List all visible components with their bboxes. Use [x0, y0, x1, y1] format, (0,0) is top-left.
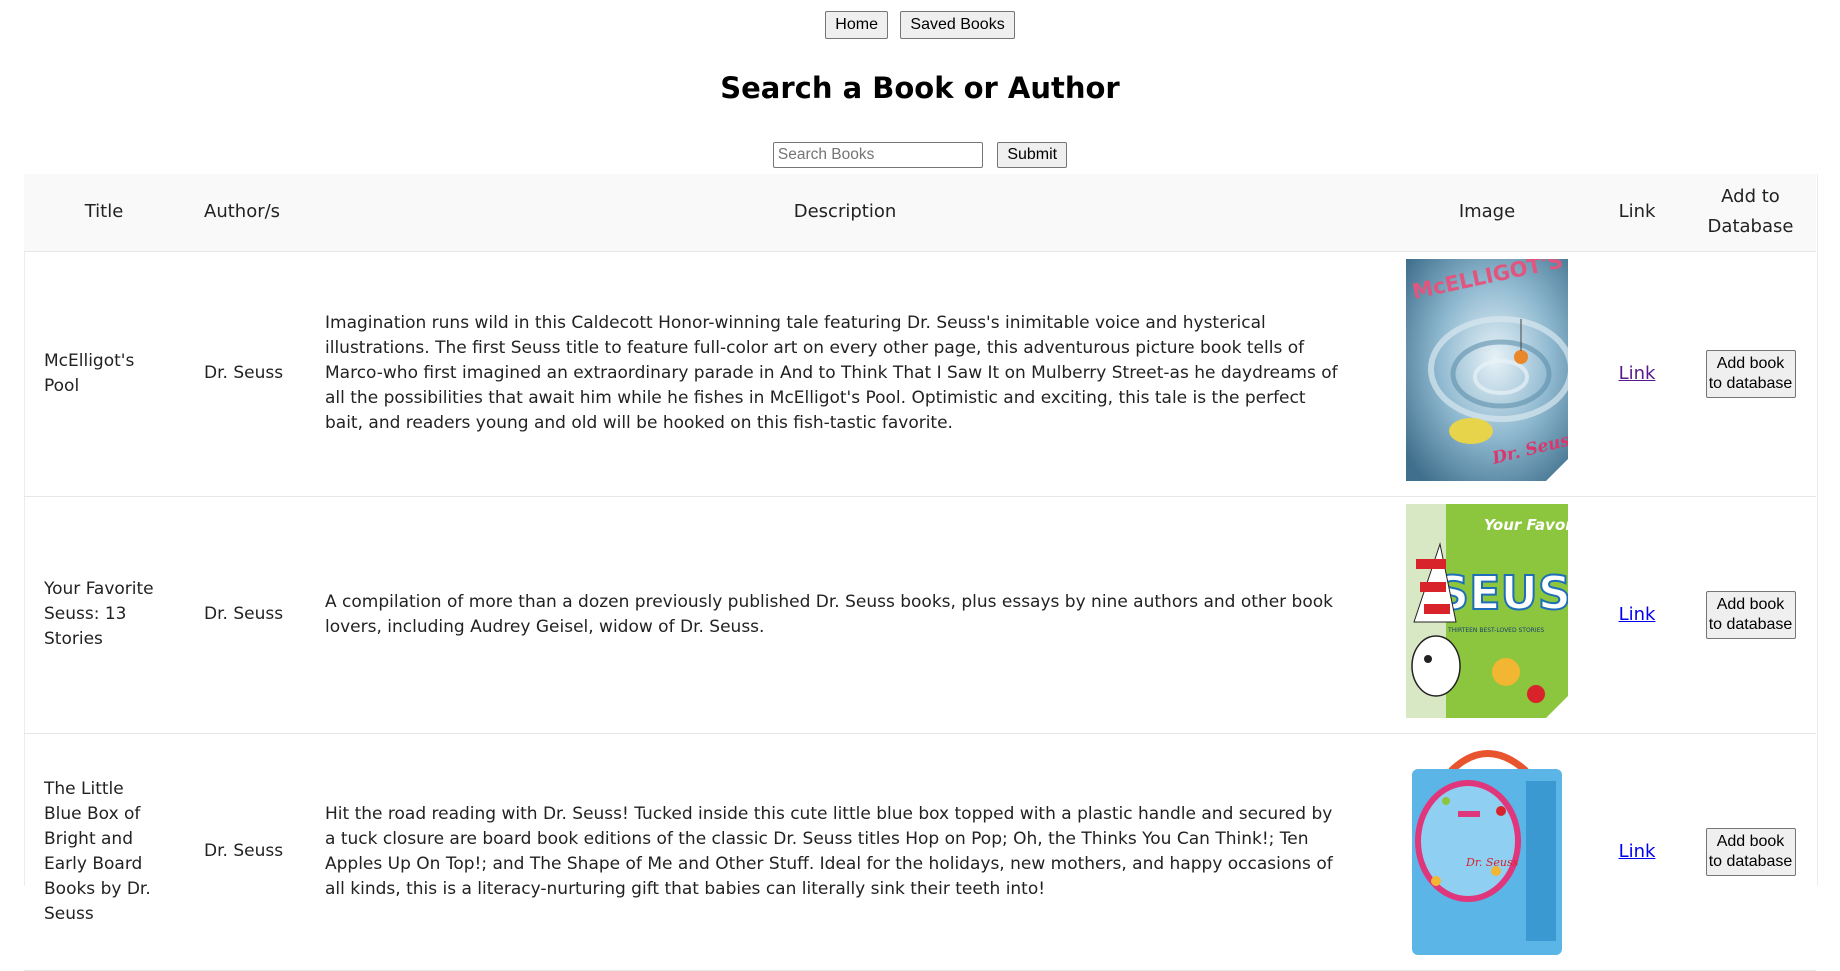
- book-author: Dr. Seuss: [184, 496, 305, 734]
- book-cover-image: McELLIGOT'S POOL Dr. Seuss: [1406, 258, 1568, 481]
- book-link[interactable]: Link: [1619, 604, 1656, 625]
- book-title: The Little Blue Box of Bright and Early …: [24, 733, 184, 971]
- book-link[interactable]: Link: [1619, 363, 1656, 384]
- saved-books-button[interactable]: Saved Books: [900, 11, 1015, 39]
- add-book-button[interactable]: Add book to database: [1705, 827, 1796, 876]
- add-book-button[interactable]: Add book to database: [1705, 590, 1796, 639]
- book-title: Your Favorite Seuss: 13 Stories: [24, 496, 184, 734]
- add-book-button[interactable]: Add book to database: [1705, 349, 1796, 398]
- book-author: Dr. Seuss: [184, 251, 305, 497]
- table-header-row: Title Author/s Description Image Link Ad…: [24, 174, 1816, 252]
- table-row: McElligot's Pool Dr. Seuss Imagination r…: [24, 251, 1816, 497]
- submit-button[interactable]: Submit: [997, 142, 1068, 168]
- header-link: Link: [1589, 174, 1685, 252]
- table-row: Your Favorite Seuss: 13 Stories Dr. Seus…: [24, 496, 1816, 734]
- book-description: Imagination runs wild in this Caldecott …: [305, 251, 1385, 497]
- page-title: Search a Book or Author: [720, 71, 1120, 105]
- book-link[interactable]: Link: [1619, 841, 1656, 862]
- cover-top-text: Your Favorite: [1484, 516, 1568, 534]
- header-title: Title: [24, 174, 184, 252]
- header-image: Image: [1385, 174, 1589, 252]
- book-author: Dr. Seuss: [184, 733, 305, 971]
- results-table: Title Author/s Description Image Link Ad…: [24, 174, 1816, 971]
- cover-main-text: SEUSS: [1436, 566, 1568, 620]
- header-description: Description: [305, 174, 1385, 252]
- book-cover-image: Dr. Seuss: [1406, 740, 1568, 955]
- top-nav: Home Saved Books: [0, 11, 1840, 39]
- header-authors: Author/s: [184, 174, 305, 252]
- table-row: The Little Blue Box of Bright and Early …: [24, 733, 1816, 971]
- book-title: McElligot's Pool: [24, 251, 184, 497]
- search-form: Submit: [0, 142, 1840, 168]
- search-input[interactable]: [772, 142, 983, 168]
- home-button[interactable]: Home: [825, 11, 888, 39]
- cover-author-text: Dr. Seuss: [1465, 856, 1519, 869]
- cover-subtitle-text: THIRTEEN BEST-LOVED STORIES: [1447, 627, 1544, 634]
- header-add: Add to Database: [1685, 174, 1816, 252]
- book-description: A compilation of more than a dozen previ…: [305, 496, 1385, 734]
- book-description: Hit the road reading with Dr. Seuss! Tuc…: [305, 733, 1385, 971]
- book-cover-image: Your Favorite SEUSS THIRTEEN BEST-LOVED …: [1406, 503, 1568, 718]
